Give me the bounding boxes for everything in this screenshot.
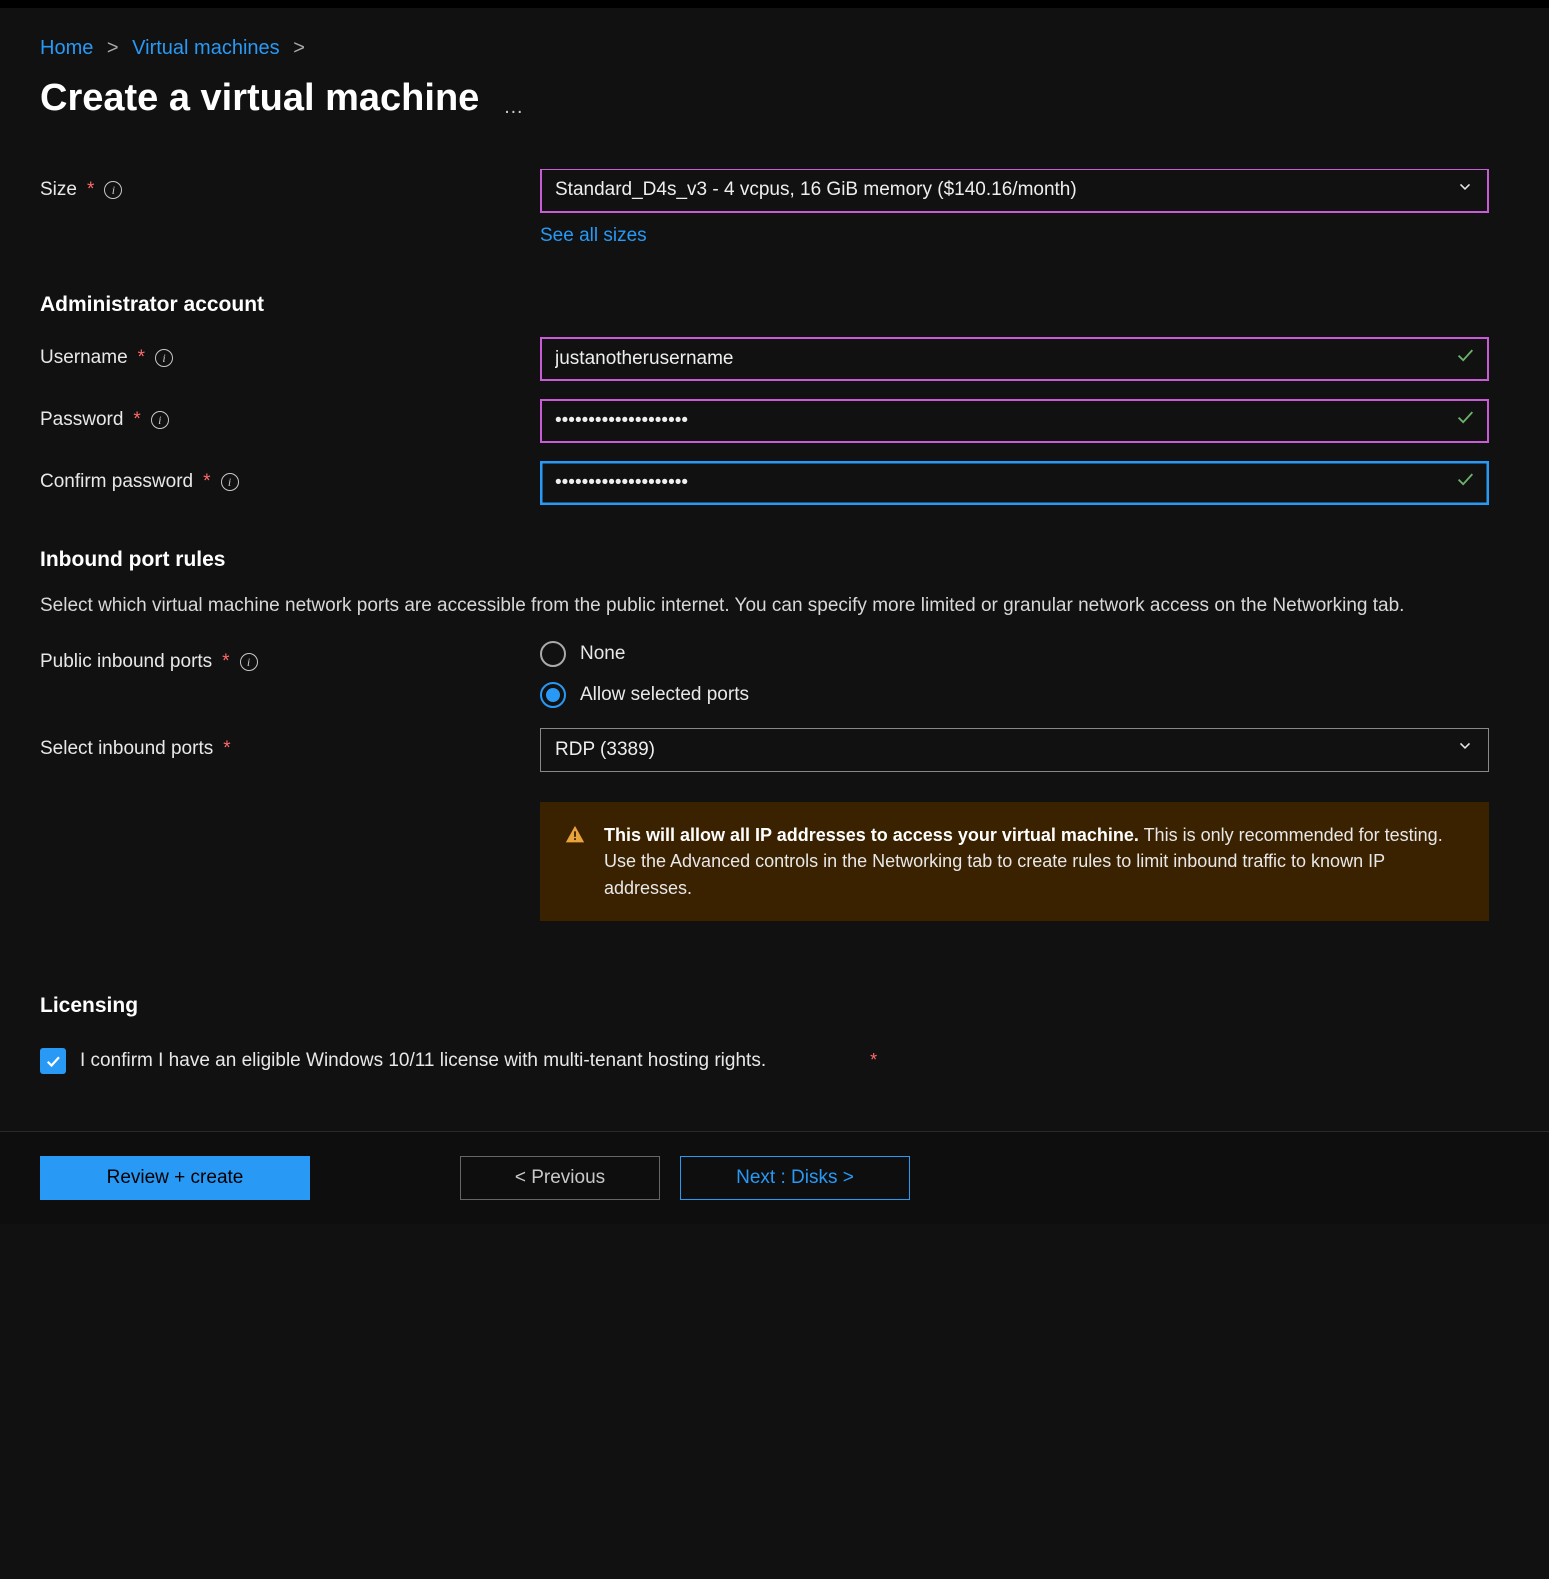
check-icon bbox=[1454, 344, 1476, 375]
licensing-checkbox[interactable] bbox=[40, 1048, 66, 1074]
check-icon bbox=[1454, 406, 1476, 437]
next-button[interactable]: Next : Disks > bbox=[680, 1156, 910, 1200]
required-asterisk: * bbox=[223, 736, 230, 763]
row-select-ports: Select inbound ports * RDP (3389) This w… bbox=[40, 728, 1489, 920]
control-confirm-password bbox=[540, 461, 1489, 505]
info-icon[interactable]: i bbox=[155, 349, 173, 367]
inbound-ports-select[interactable]: RDP (3389) bbox=[540, 728, 1489, 772]
top-strip bbox=[0, 0, 1549, 8]
label-username: Username * i bbox=[40, 337, 540, 372]
size-value: Standard_D4s_v3 - 4 vcpus, 16 GiB memory… bbox=[555, 177, 1077, 204]
page-content: Home > Virtual machines > Create a virtu… bbox=[0, 8, 1549, 1075]
required-asterisk: * bbox=[133, 407, 140, 434]
confirm-password-input-wrapper bbox=[540, 461, 1489, 505]
warning-text: This will allow all IP addresses to acce… bbox=[604, 822, 1465, 900]
row-password: Password * i bbox=[40, 399, 1489, 443]
radio-label: None bbox=[580, 641, 625, 668]
see-all-sizes-link[interactable]: See all sizes bbox=[540, 223, 647, 250]
radio-none[interactable]: None bbox=[540, 641, 1489, 668]
chevron-down-icon bbox=[1456, 737, 1474, 764]
label-select-ports: Select inbound ports * bbox=[40, 728, 540, 763]
breadcrumb-sep: > bbox=[107, 37, 119, 59]
username-input-wrapper bbox=[540, 337, 1489, 381]
page-title-row: Create a virtual machine … bbox=[40, 72, 1509, 125]
label-confirm-password: Confirm password * i bbox=[40, 461, 540, 496]
review-create-button[interactable]: Review + create bbox=[40, 1156, 310, 1200]
breadcrumb-sep: > bbox=[293, 37, 305, 59]
previous-button[interactable]: < Previous bbox=[460, 1156, 660, 1200]
warning-icon bbox=[564, 824, 586, 853]
port-warning-banner: This will allow all IP addresses to acce… bbox=[540, 802, 1489, 920]
row-confirm-password: Confirm password * i bbox=[40, 461, 1489, 505]
radio-dot-icon bbox=[546, 688, 560, 702]
label-size: Size * i bbox=[40, 169, 540, 204]
select-value: RDP (3389) bbox=[555, 737, 655, 764]
required-asterisk: * bbox=[203, 469, 210, 496]
label-text: Username bbox=[40, 345, 128, 372]
required-asterisk: * bbox=[87, 177, 94, 204]
label-text: Size bbox=[40, 177, 77, 204]
row-size: Size * i Standard_D4s_v3 - 4 vcpus, 16 G… bbox=[40, 169, 1489, 250]
control-select-ports: RDP (3389) This will allow all IP addres… bbox=[540, 728, 1489, 920]
radio-circle-icon bbox=[540, 641, 566, 667]
info-icon[interactable]: i bbox=[240, 653, 258, 671]
label-text: Select inbound ports bbox=[40, 736, 213, 763]
check-icon bbox=[1454, 468, 1476, 499]
row-public-ports: Public inbound ports * i None Allow sele… bbox=[40, 641, 1489, 708]
label-text: Public inbound ports bbox=[40, 649, 212, 676]
page-title: Create a virtual machine bbox=[40, 72, 479, 125]
control-public-ports: None Allow selected ports bbox=[540, 641, 1489, 708]
wizard-footer: Review + create < Previous Next : Disks … bbox=[0, 1131, 1549, 1224]
size-select[interactable]: Standard_D4s_v3 - 4 vcpus, 16 GiB memory… bbox=[540, 169, 1489, 213]
radio-circle-icon bbox=[540, 682, 566, 708]
control-password bbox=[540, 399, 1489, 443]
public-ports-radio-group: None Allow selected ports bbox=[540, 641, 1489, 708]
radio-allow-selected[interactable]: Allow selected ports bbox=[540, 682, 1489, 709]
info-icon[interactable]: i bbox=[221, 473, 239, 491]
required-asterisk: * bbox=[870, 1048, 877, 1073]
chevron-down-icon bbox=[1456, 177, 1474, 204]
username-input[interactable] bbox=[555, 338, 1444, 380]
warning-bold: This will allow all IP addresses to acce… bbox=[604, 825, 1139, 845]
info-icon[interactable]: i bbox=[104, 181, 122, 199]
control-size: Standard_D4s_v3 - 4 vcpus, 16 GiB memory… bbox=[540, 169, 1489, 250]
radio-label: Allow selected ports bbox=[580, 682, 749, 709]
more-actions-button[interactable]: … bbox=[503, 93, 525, 125]
control-username bbox=[540, 337, 1489, 381]
required-asterisk: * bbox=[222, 649, 229, 676]
section-heading-licensing: Licensing bbox=[40, 991, 1489, 1020]
row-username: Username * i bbox=[40, 337, 1489, 381]
licensing-checkbox-label: I confirm I have an eligible Windows 10/… bbox=[80, 1048, 766, 1075]
label-password: Password * i bbox=[40, 399, 540, 434]
section-heading-admin: Administrator account bbox=[40, 290, 1489, 319]
section-desc-ports: Select which virtual machine network por… bbox=[40, 593, 1460, 620]
breadcrumb: Home > Virtual machines > bbox=[40, 34, 1509, 62]
password-input-wrapper bbox=[540, 399, 1489, 443]
breadcrumb-home[interactable]: Home bbox=[40, 37, 93, 59]
required-asterisk: * bbox=[138, 345, 145, 372]
confirm-password-input[interactable] bbox=[555, 462, 1444, 504]
section-heading-ports: Inbound port rules bbox=[40, 545, 1489, 574]
form: Size * i Standard_D4s_v3 - 4 vcpus, 16 G… bbox=[40, 169, 1509, 1074]
label-public-ports: Public inbound ports * i bbox=[40, 641, 540, 676]
label-text: Confirm password bbox=[40, 469, 193, 496]
info-icon[interactable]: i bbox=[151, 411, 169, 429]
row-licensing-confirm: I confirm I have an eligible Windows 10/… bbox=[40, 1048, 1489, 1075]
password-input[interactable] bbox=[555, 400, 1444, 442]
label-text: Password bbox=[40, 407, 123, 434]
breadcrumb-vms[interactable]: Virtual machines bbox=[132, 37, 279, 59]
